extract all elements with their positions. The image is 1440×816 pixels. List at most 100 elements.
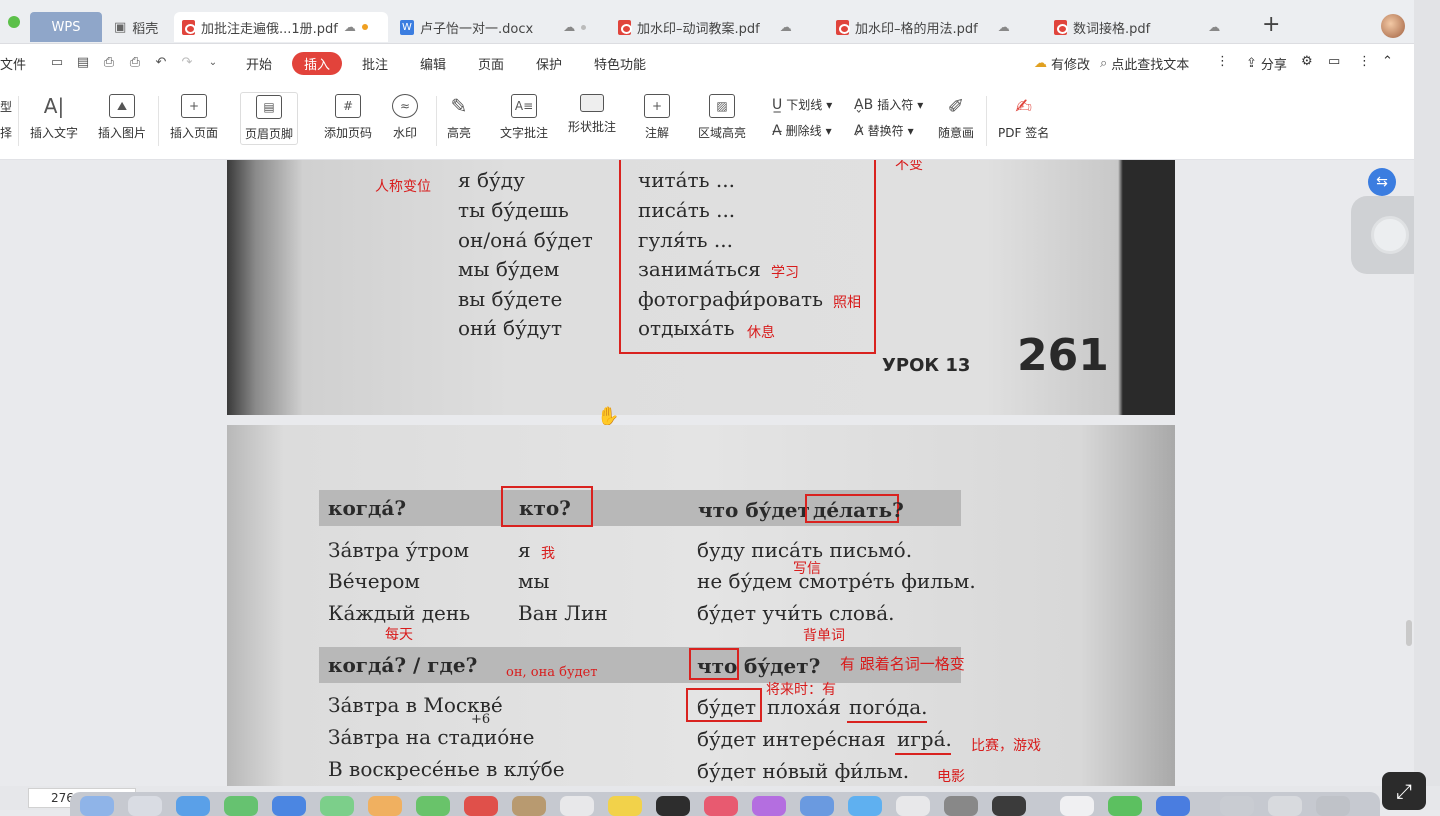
more-icon[interactable]: ⋮ [1216,54,1229,69]
dock-app-icon[interactable] [1156,796,1190,816]
save-icon[interactable]: ▤ [76,56,90,70]
watermark-button[interactable]: ≈ 水印 [392,94,418,141]
settings-icon[interactable]: ⚙ [1301,54,1313,69]
comment-icon[interactable]: ▭ [1328,54,1340,69]
insert-image-button[interactable]: ⛰ 插入图片 [98,94,146,141]
menu-annotate[interactable]: 批注 [362,54,388,73]
pdf-sign-button[interactable]: ✍ PDF 签名 [998,94,1049,141]
divider [436,96,437,146]
pdf-icon [618,19,632,35]
dock-app-icon[interactable] [992,796,1026,816]
add-page-number-button[interactable]: # 添加页码 [324,94,372,141]
ribbon-cut-label: 型 [0,100,13,114]
dock-app-icon[interactable] [896,796,930,816]
print-icon[interactable]: ⎙ [128,56,142,70]
dock-folder-icon[interactable] [1220,796,1254,816]
tab-daoke-label: 稻壳 [132,21,159,37]
open-icon[interactable]: ▭ [50,56,64,70]
tab-daoke[interactable]: ▣ 稻壳 [106,12,166,42]
modified-label: 有修改 [1051,58,1091,73]
divider [986,96,987,146]
note-button[interactable]: + 注解 [644,94,670,141]
redo-icon[interactable]: ↷ [180,56,194,70]
document-viewer[interactable]: 人称变位 不变 я бу́ду ты бу́дешь он/она́ бу́де… [0,160,1414,786]
text-annotation-button[interactable]: A≡ 文字批注 [500,94,548,141]
more-icon[interactable]: ⋮ [1358,54,1371,69]
menu-protect[interactable]: 保护 [536,54,562,73]
tab-numerals[interactable]: 数词接格.pdf ☁ [1046,12,1246,42]
dock-mail-icon[interactable] [272,796,306,816]
rectangle-icon [580,94,604,112]
chevron-down-icon[interactable]: ⌄ [206,56,220,70]
dock-app-icon[interactable] [800,796,834,816]
tab-pdf-active[interactable]: 加批注走遍俄...1册.pdf ☁ [174,12,388,42]
print-preview-icon[interactable]: ⎙ [102,56,116,70]
insert-mark-button[interactable]: A̬B 插入符 ▾ [854,96,923,113]
dock-podcasts-icon[interactable] [752,796,786,816]
strikethrough-button[interactable]: A̶ 删除线 ▾ [772,122,832,139]
page-number-printed: 261 [1017,330,1109,381]
new-tab-button[interactable]: + [1262,12,1280,37]
menu-start[interactable]: 开始 [246,54,272,73]
dock-appstore-icon[interactable] [848,796,882,816]
cloud-icon: ☁ [563,20,576,34]
insert-page-button[interactable]: + 插入页面 [170,94,218,141]
menu-file[interactable]: 文件 [0,54,26,73]
avatar[interactable] [1381,14,1405,38]
convert-floating-icon[interactable]: ⇆ [1368,168,1396,196]
collapse-chevron-up-icon[interactable]: ⌃ [1382,54,1393,69]
scrollbar-thumb[interactable] [1406,620,1412,646]
dock-app-icon[interactable] [1060,796,1094,816]
underline-button[interactable]: U̲ 下划线 ▾ [772,96,832,113]
header-footer-button[interactable]: ▤ 页眉页脚 [240,92,299,145]
dock-folder-icon[interactable] [1268,796,1302,816]
dock-maps-icon[interactable] [320,796,354,816]
plus-six-mark: +6 [471,712,491,727]
dock-safari-icon[interactable] [176,796,210,816]
dock-reminders-icon[interactable] [560,796,594,816]
dock-wechat-icon[interactable] [1108,796,1142,816]
dock-notes-icon[interactable] [608,796,642,816]
dock-tv-icon[interactable] [656,796,690,816]
dock-facetime-icon[interactable] [416,796,450,816]
annotation-exists-nominative: 有 跟着名词一格变 [840,655,965,673]
dock-calendar-icon[interactable] [464,796,498,816]
dock-music-icon[interactable] [704,796,738,816]
find-text-label: 点此查找文本 [1111,58,1190,73]
word-icon: W [400,19,414,35]
menu-page[interactable]: 页面 [478,54,504,73]
dock-finder-icon[interactable] [80,796,114,816]
replace-mark-button[interactable]: A̷ 替换符 ▾ [854,122,914,139]
share-button[interactable]: ⇪ 分享 [1246,54,1287,73]
dock-messages-icon[interactable] [224,796,258,816]
menu-special[interactable]: 特色功能 [594,54,646,73]
area-highlight-label: 区域高亮 [698,126,747,140]
tab-active-label: 加批注走遍俄...1册.pdf [201,21,338,37]
search-icon: ⌕ [1100,56,1108,71]
area-highlight-button[interactable]: ▨ 区域高亮 [698,94,746,141]
dock-app-icon[interactable] [128,796,162,816]
dock-photos-icon[interactable] [368,796,402,816]
tab-watermark-verb[interactable]: 加水印–动词教案.pdf ☁ [610,12,824,42]
tab-docx[interactable]: W 卢子怡一对一.docx ☁ [392,12,606,42]
assistive-touch-inner [1371,216,1409,254]
shape-annotation-button[interactable]: 形状批注 [568,94,616,135]
menu-insert[interactable]: 插入 [292,52,343,75]
modified-indicator[interactable]: ☁ 有修改 [1034,54,1090,73]
fullscreen-resize-icon[interactable]: ⤢ [1382,772,1426,810]
freehand-button[interactable]: ✐ 随意画 [938,94,974,141]
window-close-dot[interactable] [8,16,20,28]
infinitive-line: гуля́ть ... [638,228,733,252]
dock-app-icon[interactable] [512,796,546,816]
tab-watermark-case[interactable]: 加水印–格的用法.pdf ☁ [828,12,1042,42]
dock-trash-icon[interactable] [1316,796,1350,816]
undo-icon[interactable]: ↶ [154,56,168,70]
insert-text-button[interactable]: A| 插入文字 [30,94,78,141]
share-label: 分享 [1260,58,1287,73]
highlight-button[interactable]: ✎ 高亮 [446,94,472,141]
dock-settings-icon[interactable] [944,796,978,816]
menu-edit[interactable]: 编辑 [420,54,446,73]
find-text[interactable]: ⌕ 点此查找文本 [1100,54,1189,73]
tab-wps[interactable]: WPS [30,12,102,42]
underline-label: 下划线 [786,98,823,112]
